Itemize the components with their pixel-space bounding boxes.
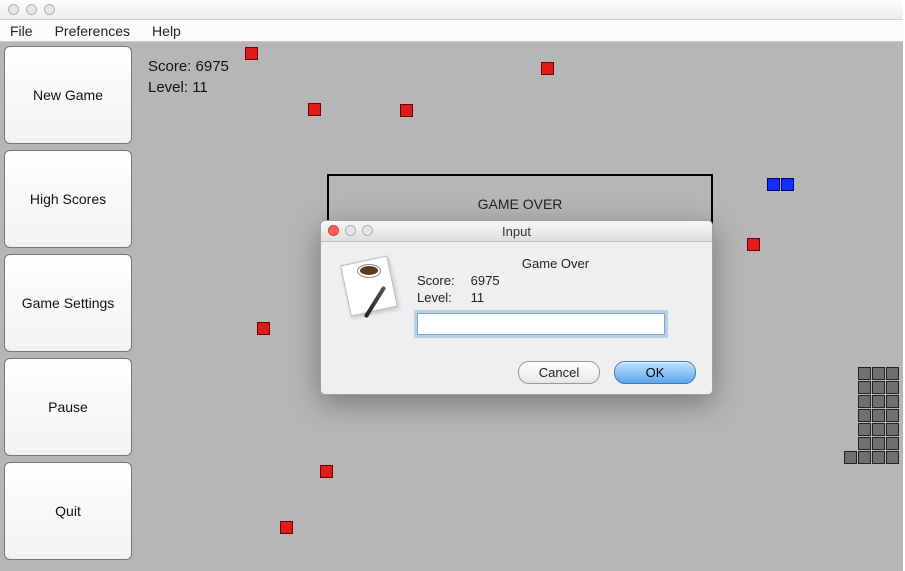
high-scores-button[interactable]: High Scores <box>4 150 132 248</box>
score-value: 6975 <box>196 58 229 75</box>
game-over-text: GAME OVER <box>478 196 563 212</box>
pause-button[interactable]: Pause <box>4 358 132 456</box>
maximize-icon[interactable] <box>44 4 55 15</box>
java-application-icon <box>339 256 403 320</box>
menu-bar: File Preferences Help <box>0 20 905 42</box>
grey-block-icon <box>872 451 885 464</box>
game-settings-button[interactable]: Game Settings <box>4 254 132 352</box>
close-icon[interactable] <box>328 225 339 236</box>
dialog-level-value: 11 <box>471 290 485 305</box>
grey-block-icon <box>872 409 885 422</box>
grey-block-icon <box>886 381 899 394</box>
grey-block-icon <box>858 451 871 464</box>
grey-block-icon <box>886 409 899 422</box>
level-label: Level: <box>148 79 188 96</box>
grey-block-icon <box>886 437 899 450</box>
grey-block-icon <box>886 395 899 408</box>
minimize-icon <box>345 225 356 236</box>
red-block-icon <box>541 62 554 75</box>
menu-file[interactable]: File <box>10 23 33 39</box>
blue-block-icon <box>767 178 780 191</box>
red-block-icon <box>308 103 321 116</box>
level-value: 11 <box>192 79 208 96</box>
dialog-title: Input <box>502 224 531 239</box>
grey-block-icon <box>858 381 871 394</box>
hud: Score: 6975 Level: 11 <box>148 58 229 100</box>
red-block-icon <box>747 238 760 251</box>
score-label: Score: <box>148 58 191 75</box>
dialog-score-line: Score: 6975 <box>417 273 694 288</box>
dialog-buttons: Cancel OK <box>518 361 696 384</box>
grey-block-icon <box>872 381 885 394</box>
score-line: Score: 6975 <box>148 58 229 75</box>
grey-block-icon <box>886 451 899 464</box>
red-block-icon <box>257 322 270 335</box>
minimize-icon[interactable] <box>26 4 37 15</box>
close-icon[interactable] <box>8 4 19 15</box>
menu-preferences[interactable]: Preferences <box>55 23 130 39</box>
window-titlebar <box>0 0 905 20</box>
grey-block-icon <box>872 395 885 408</box>
game-area: New Game High Scores Game Settings Pause… <box>0 42 905 571</box>
level-line: Level: 11 <box>148 79 229 96</box>
red-block-icon <box>320 465 333 478</box>
quit-button[interactable]: Quit <box>4 462 132 560</box>
grey-block-icon <box>872 367 885 380</box>
red-block-icon <box>245 47 258 60</box>
window-controls <box>8 4 55 15</box>
grey-block-icon <box>858 437 871 450</box>
dialog-score-value: 6975 <box>471 273 500 288</box>
dialog-body: Game Over Score: 6975 Level: 11 <box>321 242 712 345</box>
cancel-button[interactable]: Cancel <box>518 361 600 384</box>
dialog-window-controls <box>328 225 373 236</box>
grey-block-icon <box>844 451 857 464</box>
dialog-content: Game Over Score: 6975 Level: 11 <box>417 256 694 335</box>
dialog-level-line: Level: 11 <box>417 290 694 305</box>
blue-block-icon <box>781 178 794 191</box>
dialog-score-label: Score: <box>417 273 467 288</box>
name-input[interactable] <box>417 313 665 335</box>
dialog-titlebar: Input <box>321 221 712 242</box>
grey-block-icon <box>858 409 871 422</box>
grey-block-icon <box>858 395 871 408</box>
dialog-level-label: Level: <box>417 290 467 305</box>
ok-button[interactable]: OK <box>614 361 696 384</box>
dialog-heading: Game Over <box>417 256 694 271</box>
grey-block-icon <box>872 423 885 436</box>
grey-block-icon <box>886 367 899 380</box>
red-block-icon <box>400 104 413 117</box>
grey-block-icon <box>886 423 899 436</box>
game-over-banner: GAME OVER <box>327 174 713 224</box>
grey-block-icon <box>858 367 871 380</box>
menu-help[interactable]: Help <box>152 23 181 39</box>
new-game-button[interactable]: New Game <box>4 46 132 144</box>
sidebar: New Game High Scores Game Settings Pause… <box>4 46 132 560</box>
input-dialog: Input Game Over Score: 6975 Level: 11 <box>320 220 713 395</box>
maximize-icon <box>362 225 373 236</box>
grey-block-icon <box>858 423 871 436</box>
red-block-icon <box>280 521 293 534</box>
grey-block-icon <box>872 437 885 450</box>
